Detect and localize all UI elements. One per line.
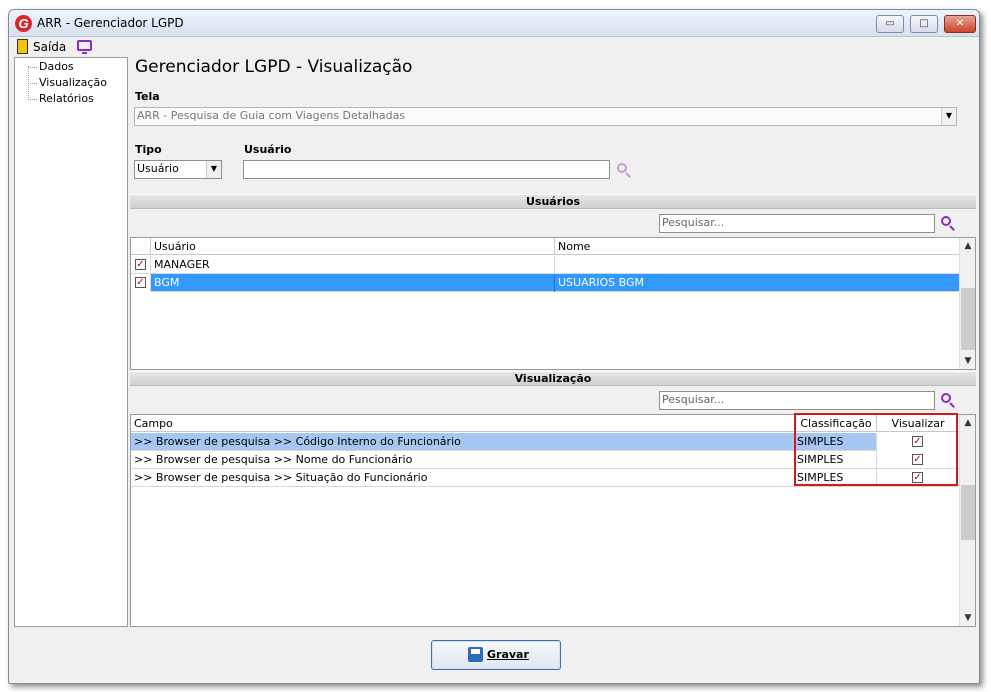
users-grid: Usuário Nome ✓ MANAGER ✓ BGM USUARIOS BG… [130,237,976,370]
sidebar-item-visualizacao[interactable]: Visualização [39,76,107,89]
search-icon[interactable] [940,392,956,408]
exit-label: Saída [33,40,67,54]
tela-select[interactable]: ARR - Pesquisa de Guia com Viagens Detal… [134,107,957,126]
users-section-header: Usuários [130,194,976,209]
cell-usuario: BGM [151,274,555,292]
checkbox[interactable]: ✓ [135,259,146,270]
view-section-header: Visualização [130,371,976,386]
scroll-down-icon[interactable]: ▼ [960,610,975,626]
row-checkbox-cell: ✓ [131,274,151,292]
close-button[interactable]: ✕ [944,15,976,33]
tela-value: ARR - Pesquisa de Guia com Viagens Detal… [137,109,406,122]
chevron-down-icon: ▼ [206,161,221,178]
app-logo-icon: G [15,15,32,32]
tipo-value: Usuário [137,162,179,175]
view-scrollbar[interactable]: ▲ ▼ [959,415,975,626]
users-grid-header: Usuário Nome [131,238,959,255]
table-row[interactable]: ✓ BGM USUARIOS BGM [131,274,959,292]
scroll-thumb[interactable] [961,485,975,540]
page-title: Gerenciador LGPD - Visualização [135,57,413,77]
column-header-usuario[interactable]: Usuário [151,238,555,255]
cell-campo: >> Browser de pesquisa >> Nome do Funcio… [131,451,796,469]
monitor-icon[interactable] [77,40,92,54]
exit-door-icon [17,39,28,54]
users-scrollbar[interactable]: ▲ ▼ [959,238,975,369]
sidebar-item-relatorios[interactable]: Relatórios [39,92,94,105]
cell-nome: USUARIOS BGM [558,276,645,289]
usuario-label: Usuário [244,143,292,156]
save-button[interactable]: Gravar [431,640,561,670]
column-header-campo[interactable]: Campo [131,415,796,432]
users-search-input[interactable]: Pesquisar... [659,214,935,233]
minimize-button[interactable]: ▭ [876,15,904,33]
tipo-label: Tipo [135,143,162,156]
sidebar-item-dados[interactable]: Dados [39,60,74,73]
cell-nome [555,256,959,274]
tree-branch [28,99,37,100]
table-row[interactable]: ✓ MANAGER [131,256,959,274]
sidebar-tree: Dados Visualização Relatórios [14,57,128,627]
search-icon[interactable] [616,162,632,178]
tree-branch [28,67,37,68]
cell-campo: >> Browser de pesquisa >> Situação do Fu… [131,469,796,487]
tela-label: Tela [135,90,160,103]
cell-campo: >> Browser de pesquisa >> Código Interno… [131,433,796,451]
column-header-nome[interactable]: Nome [555,238,959,255]
menu-bar: Saída [13,38,313,56]
highlight-annotation [794,413,958,486]
view-search-input[interactable]: Pesquisar... [659,391,935,410]
save-label: Gravar [487,648,529,661]
tipo-select[interactable]: Usuário ▼ [134,160,222,179]
usuario-input[interactable] [243,160,610,179]
scroll-down-icon[interactable]: ▼ [960,353,975,369]
floppy-disk-icon [468,647,483,662]
checkbox[interactable]: ✓ [135,277,146,288]
search-icon[interactable] [940,215,956,231]
tree-branch [28,83,37,84]
checkbox-column-header [131,238,151,255]
cell-usuario: MANAGER [151,256,555,274]
maximize-button[interactable]: □ [910,15,938,33]
scroll-up-icon[interactable]: ▲ [960,415,975,431]
scroll-thumb[interactable] [961,288,975,350]
window-title: ARR - Gerenciador LGPD [37,16,184,30]
title-bar: G ARR - Gerenciador LGPD ▭ □ ✕ [9,10,979,37]
chevron-down-icon: ▼ [941,108,956,125]
scroll-up-icon[interactable]: ▲ [960,238,975,254]
row-checkbox-cell: ✓ [131,256,151,274]
app-window: G ARR - Gerenciador LGPD ▭ □ ✕ Saída Dad… [8,9,980,684]
exit-menu-item[interactable]: Saída [13,38,71,56]
